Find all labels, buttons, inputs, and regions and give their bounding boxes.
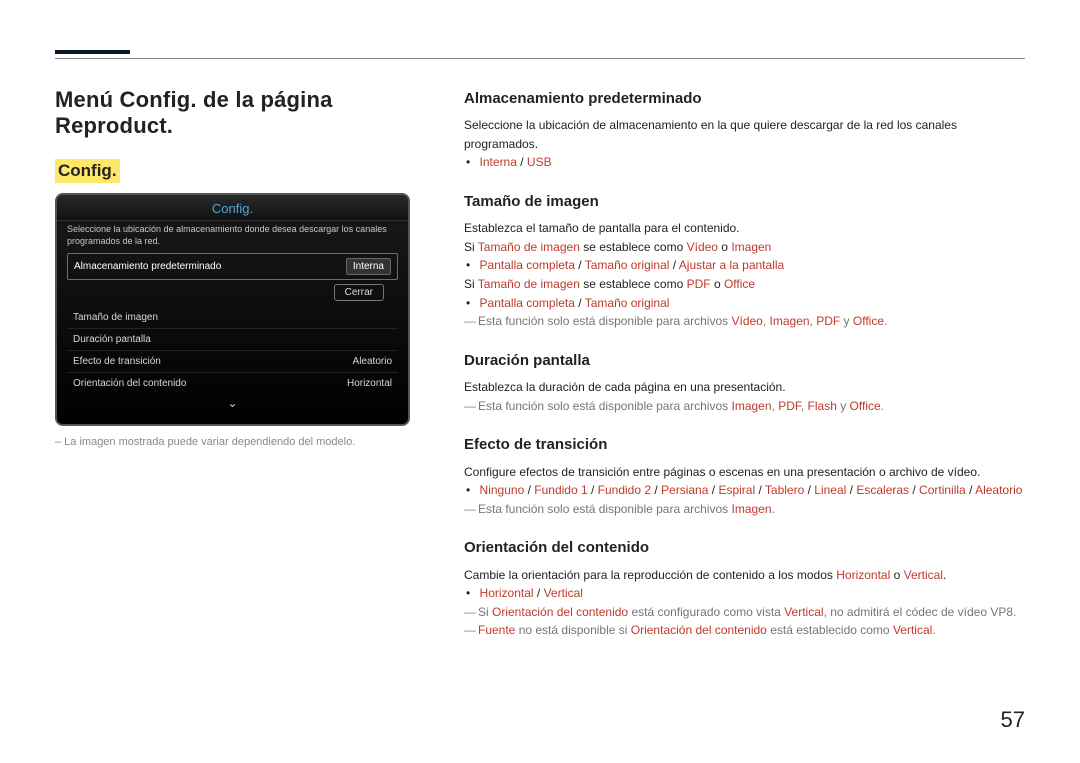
ds-row-label: Duración pantalla [73,334,151,345]
ds-row: Orientación del contenido Horizontal [67,373,398,394]
ds-row-value: Interna [346,258,391,275]
device-screenshot: Config. Seleccione la ubicación de almac… [55,193,410,426]
section-duracion: Duración pantalla Establezca la duración… [464,349,1025,415]
section-heading: Orientación del contenido [464,536,1025,559]
section-efecto: Efecto de transición Configure efectos d… [464,433,1025,518]
page-title: Menú Config. de la página Reproduct. [55,87,410,139]
option-list-item: Pantalla completa / Tamaño original [478,294,1025,313]
accent-bar [55,50,130,54]
section-body: Seleccione la ubicación de almacenamient… [464,116,1025,153]
section-orientacion: Orientación del contenido Cambie la orie… [464,536,1025,640]
ds-menu: Almacenamiento predeterminado Interna Ce… [57,253,408,424]
option-list-item: Interna / USB [478,153,1025,172]
opt: USB [527,155,552,169]
section-tamano: Tamaño de imagen Establezca el tamaño de… [464,190,1025,331]
section-heading: Duración pantalla [464,349,1025,372]
screenshot-caption: – La imagen mostrada puede variar depend… [55,436,410,448]
opt: Interna [480,155,517,169]
ds-close-btn: Cerrar [334,284,384,301]
section-body: Configure efectos de transición entre pá… [464,463,1025,482]
ds-row: Duración pantalla [67,329,398,351]
chevron-down-icon: ⌄ [67,394,398,416]
section-body: Cambie la orientación para la reproducci… [464,566,1025,585]
option-list-item: Horizontal / Vertical [478,584,1025,603]
top-rule [55,58,1025,59]
config-highlight: Config. [55,159,120,183]
note: Esta función solo está disponible para a… [464,312,1025,331]
ds-subtitle: Seleccione la ubicación de almacenamient… [57,221,408,253]
note: Esta función solo está disponible para a… [464,397,1025,416]
ds-row: Tamaño de imagen [67,307,398,329]
left-column: Menú Config. de la página Reproduct. Con… [55,87,410,658]
ds-row-label: Efecto de transición [73,356,161,367]
right-column: Almacenamiento predeterminado Seleccione… [464,87,1025,658]
ds-row-label: Almacenamiento predeterminado [74,261,221,272]
option-list-item: Pantalla completa / Tamaño original / Aj… [478,256,1025,275]
option-list-item: Ninguno / Fundido 1 / Fundido 2 / Persia… [478,481,1025,500]
section-body: Establezca la duración de cada página en… [464,378,1025,397]
ds-row-value: Aleatorio [353,356,392,367]
ds-row: Efecto de transición Aleatorio [67,351,398,373]
page-number: 57 [1001,707,1025,733]
note: Esta función solo está disponible para a… [464,500,1025,519]
ds-row-label: Orientación del contenido [73,378,186,389]
section-heading: Efecto de transición [464,433,1025,456]
cond-line: Si Tamaño de imagen se establece como PD… [464,275,1025,294]
section-almacenamiento: Almacenamiento predeterminado Seleccione… [464,87,1025,172]
ds-row-label: Tamaño de imagen [73,312,158,323]
section-heading: Almacenamiento predeterminado [464,87,1025,110]
ds-row-value: Horizontal [347,378,392,389]
cond-line: Si Tamaño de imagen se establece como Ví… [464,238,1025,257]
ds-title: Config. [57,195,408,221]
note: Fuente no está disponible si Orientación… [464,621,1025,640]
section-body: Establezca el tamaño de pantalla para el… [464,219,1025,238]
section-heading: Tamaño de imagen [464,190,1025,213]
note: Si Orientación del contenido está config… [464,603,1025,622]
